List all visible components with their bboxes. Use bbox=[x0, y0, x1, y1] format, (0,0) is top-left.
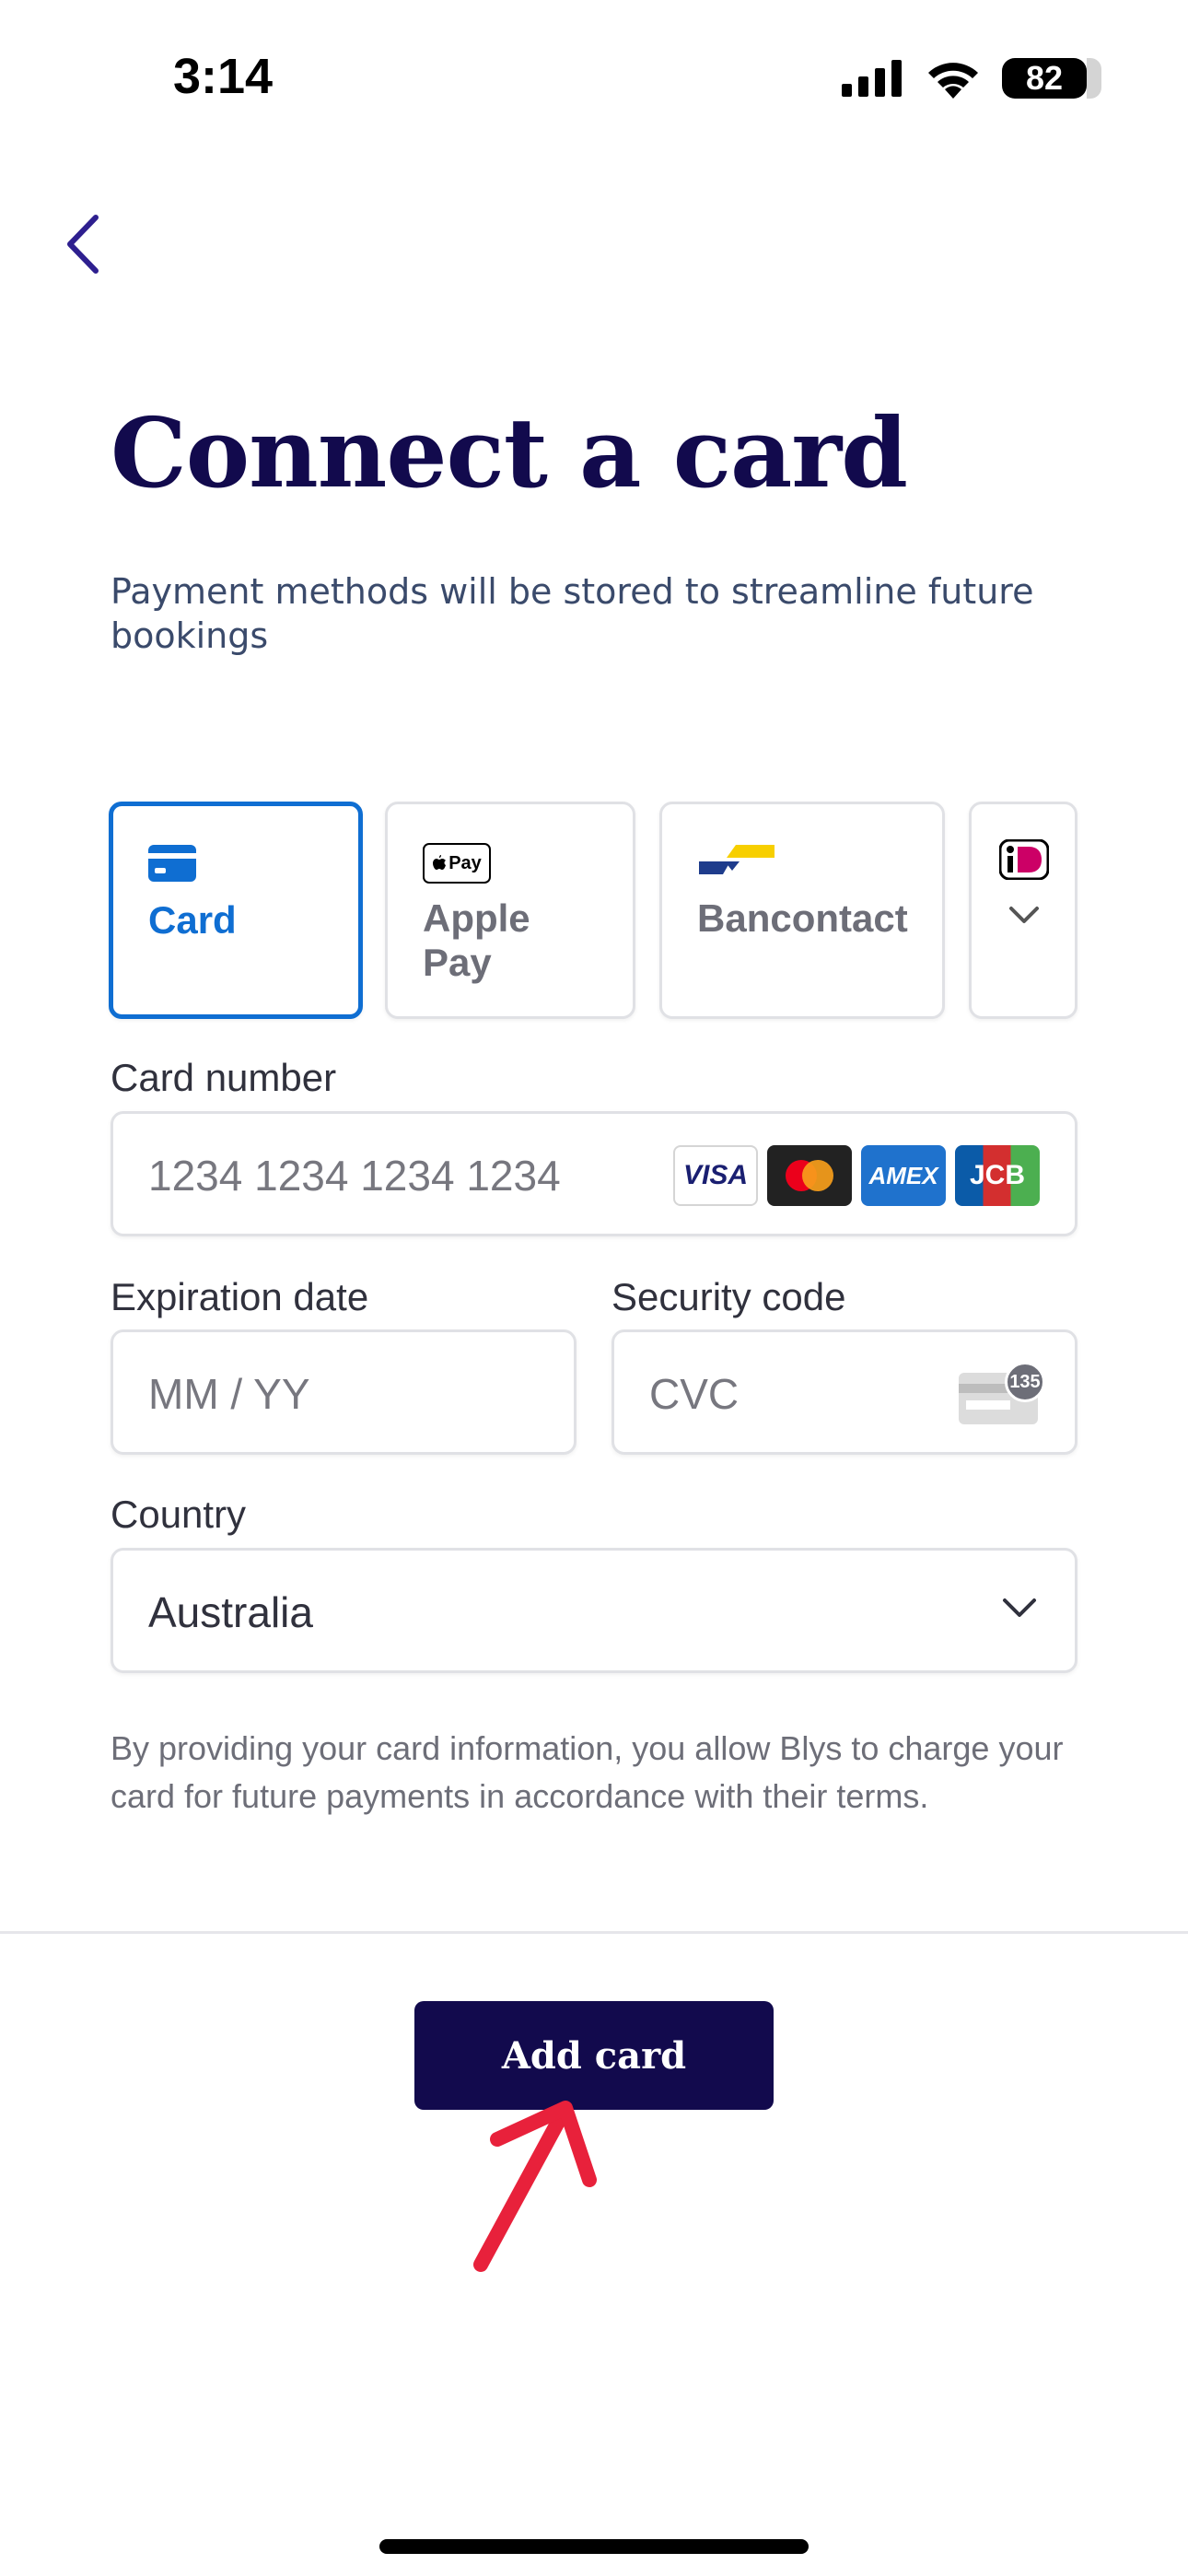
card-number-input[interactable]: 1234 1234 1234 1234 VISA AMEX JCB bbox=[111, 1111, 1077, 1236]
chevron-down-icon bbox=[1009, 907, 1039, 923]
cellular-signal-icon bbox=[842, 60, 902, 97]
tab-card[interactable]: Card bbox=[109, 802, 363, 1019]
jcb-logo-icon: JCB bbox=[955, 1145, 1040, 1206]
card-number-placeholder: 1234 1234 1234 1234 bbox=[148, 1152, 561, 1200]
battery-indicator: 82 bbox=[1002, 58, 1101, 99]
apple-logo-icon bbox=[433, 855, 447, 870]
cvc-badge: 135 bbox=[1005, 1362, 1045, 1402]
back-button[interactable] bbox=[55, 207, 111, 281]
home-indicator bbox=[379, 2539, 809, 2554]
card-icon bbox=[148, 845, 196, 882]
card-brand-logos: VISA AMEX JCB bbox=[673, 1145, 1040, 1206]
payment-method-tabs: Card Pay Apple Pay Bancontact bbox=[109, 802, 1077, 1019]
mastercard-circles-icon bbox=[786, 1160, 833, 1191]
chevron-left-icon bbox=[67, 215, 99, 274]
security-code-label: Security code bbox=[611, 1275, 846, 1318]
mastercard-logo-icon bbox=[767, 1145, 852, 1206]
wifi-icon bbox=[928, 63, 978, 99]
expiry-label: Expiration date bbox=[111, 1275, 369, 1318]
tab-card-label: Card bbox=[148, 898, 237, 942]
chevron-down-icon bbox=[1003, 1598, 1036, 1617]
visa-logo-text: VISA bbox=[682, 1160, 749, 1190]
amex-logo-text: AMEX bbox=[868, 1161, 938, 1189]
country-select[interactable]: Australia bbox=[111, 1548, 1077, 1673]
apple-pay-icon: Pay bbox=[423, 843, 491, 884]
expiry-input[interactable]: MM / YY bbox=[111, 1329, 577, 1455]
footer-divider bbox=[0, 1931, 1188, 1934]
status-icons: 82 bbox=[842, 55, 1101, 101]
visa-logo-icon: VISA bbox=[673, 1145, 758, 1206]
card-number-label: Card number bbox=[111, 1056, 337, 1099]
bancontact-icon bbox=[699, 845, 775, 874]
amex-logo-icon: AMEX bbox=[861, 1145, 946, 1206]
expiry-placeholder: MM / YY bbox=[148, 1370, 310, 1418]
tab-apple-pay[interactable]: Pay Apple Pay bbox=[385, 802, 635, 1019]
security-code-input[interactable]: CVC 135 bbox=[611, 1329, 1077, 1455]
cvc-placeholder: CVC bbox=[649, 1370, 740, 1418]
cvc-card-icon: 135 bbox=[959, 1362, 1045, 1424]
country-label: Country bbox=[111, 1493, 247, 1536]
page-subtitle: Payment methods will be stored to stream… bbox=[111, 571, 1034, 656]
annotation-arrow-icon bbox=[473, 2101, 597, 2272]
card-terms-disclaimer: By providing your card information, you … bbox=[111, 1729, 1064, 1815]
tab-bancontact[interactable]: Bancontact bbox=[659, 802, 945, 1019]
tab-apple-pay-label: Apple Pay bbox=[423, 896, 530, 984]
page-title: Connect a card bbox=[111, 396, 908, 509]
ideal-icon bbox=[999, 839, 1049, 880]
apple-pay-badge-text: Pay bbox=[448, 852, 482, 873]
tab-more-methods[interactable] bbox=[969, 802, 1077, 1019]
status-time: 3:14 bbox=[173, 49, 274, 104]
country-value: Australia bbox=[148, 1588, 313, 1636]
jcb-logo-text: JCB bbox=[969, 1160, 1025, 1190]
tab-bancontact-label: Bancontact bbox=[697, 896, 908, 940]
